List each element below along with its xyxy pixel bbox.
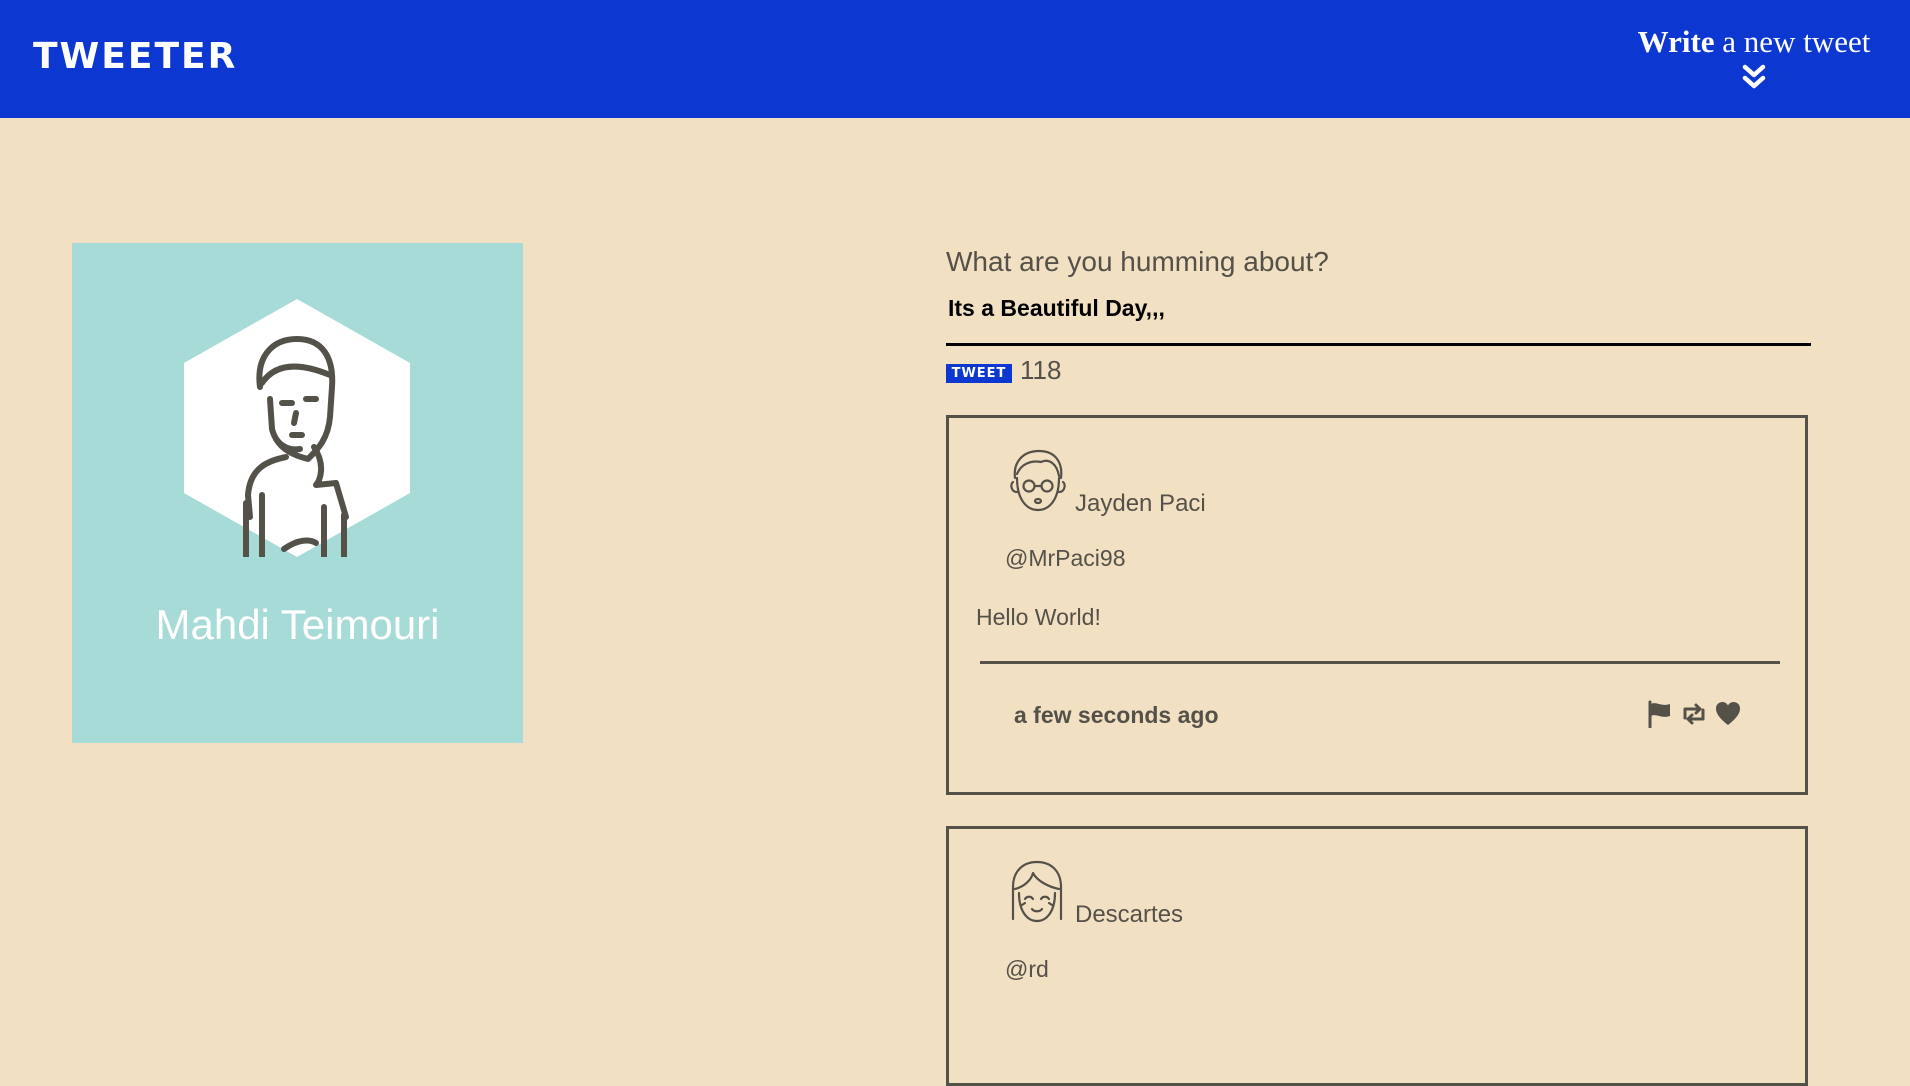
profile-card: Mahdi Teimouri (72, 243, 523, 743)
tweet-divider (980, 661, 1780, 664)
tweet-author-name: Descartes (1075, 901, 1184, 928)
double-chevron-down-icon[interactable] (1740, 64, 1768, 92)
flag-icon[interactable] (1646, 700, 1674, 729)
tweet-card: Jayden Paci @MrPaci98 Hello World! a few… (946, 415, 1808, 795)
tweet-author-handle: @MrPaci98 (1005, 545, 1126, 571)
tweet-content: Hello World! (976, 604, 1101, 630)
character-counter: 118 (1020, 355, 1062, 385)
write-new-tweet-button[interactable]: Write a new tweet (1624, 24, 1884, 92)
man-glasses-avatar-icon (1010, 449, 1066, 512)
tweet-input[interactable] (946, 286, 1811, 346)
brand-logo[interactable]: TWEETER (33, 36, 237, 77)
top-navbar: TWEETER Write a new tweet (0, 0, 1910, 118)
retweet-icon[interactable] (1680, 700, 1708, 728)
tweet-author-handle: @rd (1005, 956, 1049, 982)
tweet-timestamp: a few seconds ago (1014, 702, 1219, 728)
profile-name: Mahdi Teimouri (155, 601, 440, 648)
heart-icon[interactable] (1714, 700, 1742, 728)
woman-bangs-avatar-icon (1011, 860, 1063, 923)
tweet-button[interactable]: TWEET (946, 364, 1012, 383)
tweet-card: Descartes @rd (946, 826, 1808, 1086)
tweet-author-name: Jayden Paci (1075, 490, 1206, 517)
woman-avatar-icon (184, 299, 410, 557)
composer-prompt: What are you humming about? (946, 246, 1329, 277)
compose-label-rest: a new tweet (1714, 24, 1871, 59)
compose-label-bold: Write (1637, 24, 1715, 59)
tweet-actions (1646, 700, 1742, 729)
